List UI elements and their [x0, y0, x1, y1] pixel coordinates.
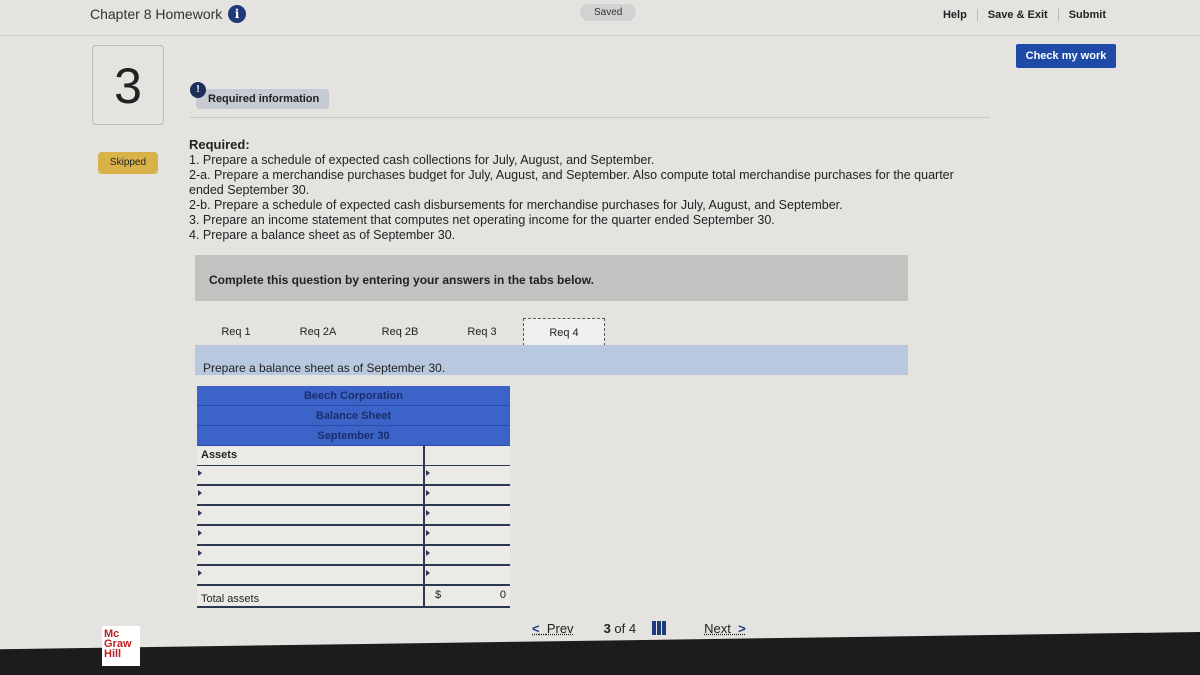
- of-label: of: [614, 620, 626, 636]
- next-label: Next: [704, 620, 731, 636]
- asset-row: [197, 566, 510, 586]
- amount-input[interactable]: [425, 486, 510, 504]
- amount-input[interactable]: [425, 526, 510, 544]
- prev-button[interactable]: < Prev: [532, 621, 574, 636]
- prev-label: Prev: [546, 620, 574, 636]
- asset-row: [197, 486, 510, 506]
- tab-req-1[interactable]: Req 1: [195, 318, 277, 346]
- amount-field[interactable]: [429, 469, 506, 481]
- instruction-banner: Complete this question by entering your …: [195, 255, 908, 301]
- amount-input[interactable]: [425, 466, 510, 484]
- requirements-heading: Required:: [189, 137, 250, 152]
- account-input[interactable]: [197, 486, 425, 504]
- asset-row: [197, 466, 510, 486]
- required-info-tag[interactable]: Required information: [196, 89, 330, 109]
- question-number: 3: [92, 45, 164, 125]
- requirement-item: 2-b. Prepare a schedule of expected cash…: [189, 198, 843, 212]
- account-input[interactable]: [197, 526, 425, 544]
- requirements: Required: 1. Prepare a schedule of expec…: [189, 137, 969, 243]
- total-pages: 4: [628, 620, 637, 636]
- requirement-item: 3. Prepare an income statement that comp…: [189, 213, 775, 227]
- info-icon[interactable]: i: [228, 5, 246, 23]
- top-links: Help Save & Exit Submit: [933, 9, 1116, 21]
- divider: [190, 117, 990, 118]
- balance-sheet: Beech Corporation Balance Sheet Septembe…: [197, 386, 510, 608]
- sheet-date: September 30: [197, 426, 510, 446]
- amount-field[interactable]: [429, 529, 506, 541]
- status-badge: Skipped: [98, 152, 158, 174]
- tab-req-4[interactable]: Req 4: [523, 318, 605, 346]
- total-amount: 0: [499, 589, 506, 601]
- account-field[interactable]: [201, 569, 419, 581]
- requirement-item: 2-a. Prepare a merchandise purchases bud…: [189, 168, 954, 197]
- req-tabs: Req 1 Req 2A Req 2B Req 3 Req 4: [195, 318, 605, 346]
- asset-row: [197, 506, 510, 526]
- amount-field[interactable]: [429, 549, 506, 561]
- account-input[interactable]: [197, 546, 425, 564]
- account-field[interactable]: [201, 529, 419, 541]
- total-assets-value: $ 0: [425, 586, 510, 606]
- amount-field[interactable]: [429, 489, 506, 501]
- account-input[interactable]: [197, 566, 425, 584]
- account-field[interactable]: [201, 469, 419, 481]
- asset-row: [197, 526, 510, 546]
- next-button[interactable]: Next >: [704, 621, 746, 636]
- current-page: 3: [603, 620, 611, 636]
- submit-link[interactable]: Submit: [1059, 9, 1116, 21]
- grid-icon[interactable]: [652, 621, 667, 635]
- save-exit-link[interactable]: Save & Exit: [978, 9, 1059, 21]
- tab-req-2b[interactable]: Req 2B: [359, 318, 441, 346]
- asset-row: [197, 546, 510, 566]
- account-field[interactable]: [201, 489, 419, 501]
- account-input[interactable]: [197, 466, 425, 484]
- company-name: Beech Corporation: [197, 386, 510, 406]
- section-label: Assets: [197, 446, 425, 465]
- currency-symbol: $: [435, 589, 442, 601]
- total-assets-label: Total assets: [197, 586, 425, 606]
- tab-req-3[interactable]: Req 3: [441, 318, 523, 346]
- requirement-item: 4. Prepare a balance sheet as of Septemb…: [189, 228, 456, 242]
- amount-field[interactable]: [429, 569, 506, 581]
- amount-input[interactable]: [425, 566, 510, 584]
- check-my-work-button[interactable]: Check my work: [1016, 44, 1116, 68]
- page-indicator: 3 of 4: [604, 621, 637, 636]
- alert-icon: !: [190, 82, 206, 98]
- assignment-title: Chapter 8 Homework: [90, 6, 223, 22]
- mcgraw-hill-logo: Mc Graw Hill: [102, 626, 140, 666]
- account-input[interactable]: [197, 506, 425, 524]
- amount-input[interactable]: [425, 546, 510, 564]
- tab-req-2a[interactable]: Req 2A: [277, 318, 359, 346]
- sheet-title: Balance Sheet: [197, 406, 510, 426]
- account-field[interactable]: [201, 549, 419, 561]
- help-link[interactable]: Help: [933, 9, 978, 21]
- amount-input[interactable]: [425, 506, 510, 524]
- amount-field[interactable]: [429, 509, 506, 521]
- saved-badge: Saved: [580, 4, 637, 21]
- account-field[interactable]: [201, 509, 419, 521]
- requirement-item: 1. Prepare a schedule of expected cash c…: [189, 153, 655, 167]
- tab-prompt: Prepare a balance sheet as of September …: [195, 345, 908, 375]
